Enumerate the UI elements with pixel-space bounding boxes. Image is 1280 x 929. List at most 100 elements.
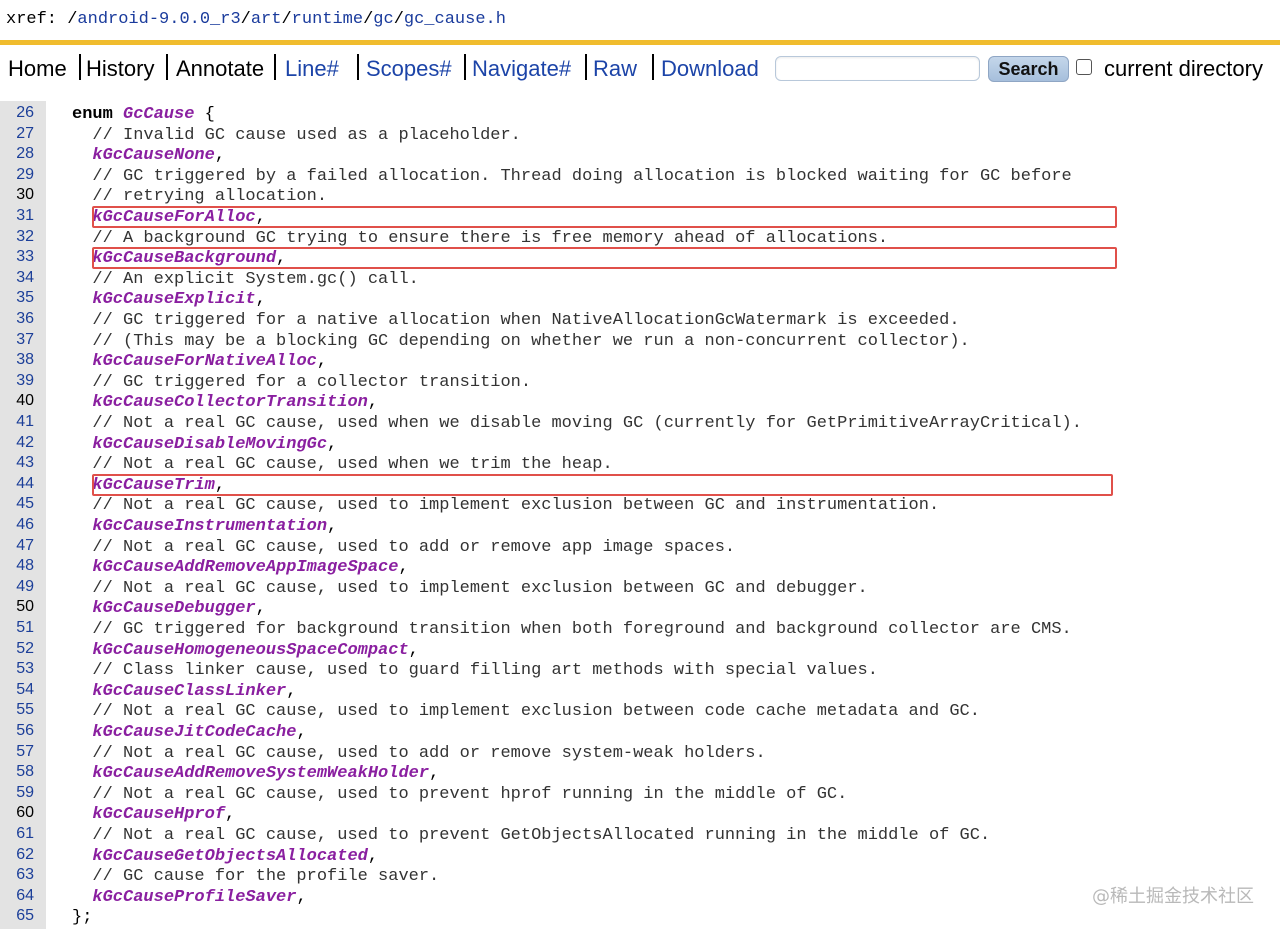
line-number-link[interactable]: 55: [0, 701, 34, 719]
line-number-link[interactable]: 29: [0, 166, 34, 184]
code-punctuation: [72, 393, 92, 412]
xref-path-link[interactable]: gc_cause.h: [404, 10, 506, 29]
enum-identifier[interactable]: kGcCauseDisableMovingGc: [92, 435, 327, 454]
xref-breadcrumb: xref: /android-9.0.0_r3/art/runtime/gc/g…: [6, 10, 506, 29]
line-number-link[interactable]: 49: [0, 578, 34, 596]
line-number-link[interactable]: 45: [0, 495, 34, 513]
nav-line[interactable]: Line#: [285, 56, 339, 82]
code-text: kGcCauseNone,: [72, 146, 225, 165]
xref-path-link[interactable]: android-9.0.0_r3: [77, 10, 240, 29]
code-text: // GC triggered by a failed allocation. …: [72, 167, 1071, 186]
line-number-link[interactable]: 36: [0, 310, 34, 328]
code-line: 26 enum GcCause {: [0, 103, 1280, 124]
line-number-link[interactable]: 61: [0, 825, 34, 843]
line-number-link[interactable]: 47: [0, 537, 34, 555]
code-text: kGcCauseDebugger,: [72, 599, 265, 618]
line-number-link[interactable]: 48: [0, 557, 34, 575]
line-number-link[interactable]: 26: [0, 104, 34, 122]
line-number-link[interactable]: 32: [0, 228, 34, 246]
line-number-link[interactable]: 64: [0, 887, 34, 905]
nav-download[interactable]: Download: [661, 56, 759, 82]
line-number-link[interactable]: 51: [0, 619, 34, 637]
line-number-link[interactable]: 33: [0, 248, 34, 266]
code-line: 53 // Class linker cause, used to guard …: [0, 659, 1280, 680]
line-number-link[interactable]: 27: [0, 125, 34, 143]
code-text: };: [72, 908, 92, 927]
enum-identifier[interactable]: kGcCauseAddRemoveSystemWeakHolder: [92, 764, 429, 783]
enum-identifier[interactable]: kGcCauseDebugger: [92, 599, 255, 618]
line-number-link[interactable]: 57: [0, 743, 34, 761]
line-number-link[interactable]: 31: [0, 207, 34, 225]
enum-identifier[interactable]: kGcCauseCollectorTransition: [92, 393, 367, 412]
search-button[interactable]: Search: [988, 56, 1069, 82]
line-number-link[interactable]: 42: [0, 434, 34, 452]
code-text: kGcCauseHomogeneousSpaceCompact,: [72, 641, 418, 660]
code-text: // GC cause for the profile saver.: [72, 867, 439, 886]
enum-identifier[interactable]: kGcCauseExplicit: [92, 290, 255, 309]
nav-annotate[interactable]: Annotate: [176, 56, 264, 82]
nav-separator: [585, 54, 587, 80]
code-line: 35 kGcCauseExplicit,: [0, 288, 1280, 309]
enum-identifier[interactable]: kGcCauseClassLinker: [92, 682, 286, 701]
xref-path-separator: /: [363, 10, 374, 29]
code-text: // Invalid GC cause used as a placeholde…: [72, 126, 520, 145]
search-input[interactable]: [775, 56, 980, 81]
code-line: 29 // GC triggered by a failed allocatio…: [0, 165, 1280, 186]
xref-path-link[interactable]: art: [251, 10, 282, 29]
code-comment: // Not a real GC cause, used to add or r…: [72, 743, 766, 763]
xref-path-link[interactable]: gc: [373, 10, 393, 29]
code-line: 45 // Not a real GC cause, used to imple…: [0, 494, 1280, 515]
code-punctuation: ,: [429, 764, 440, 784]
highlight-box: [92, 473, 1113, 496]
line-number-link[interactable]: 62: [0, 846, 34, 864]
line-number-link[interactable]: 46: [0, 516, 34, 534]
enum-identifier[interactable]: kGcCauseGetObjectsAllocated: [92, 847, 367, 866]
code-text: // Not a real GC cause, used when we dis…: [72, 414, 1082, 433]
nav-home[interactable]: Home: [8, 56, 67, 82]
code-text: kGcCauseGetObjectsAllocated,: [72, 847, 378, 866]
code-line: 30 // retrying allocation.: [0, 185, 1280, 206]
current-directory-checkbox[interactable]: [1076, 59, 1092, 75]
code-punctuation: ,: [225, 805, 236, 825]
line-number-link[interactable]: 53: [0, 660, 34, 678]
nav-navigate[interactable]: Navigate#: [472, 56, 571, 82]
nav-history[interactable]: History: [86, 56, 154, 82]
code-line: 64 kGcCauseProfileSaver,: [0, 886, 1280, 907]
line-number-link[interactable]: 52: [0, 640, 34, 658]
line-number-link[interactable]: 65: [0, 907, 34, 925]
line-number-link[interactable]: 58: [0, 763, 34, 781]
code-text: // An explicit System.gc() call.: [72, 270, 418, 289]
line-number-link[interactable]: 37: [0, 331, 34, 349]
line-number-link[interactable]: 41: [0, 413, 34, 431]
line-number-link[interactable]: 35: [0, 289, 34, 307]
line-number-link[interactable]: 54: [0, 681, 34, 699]
code-line: 52 kGcCauseHomogeneousSpaceCompact,: [0, 639, 1280, 660]
code-text: kGcCauseProfileSaver,: [72, 888, 306, 907]
enum-identifier[interactable]: kGcCauseProfileSaver: [92, 888, 296, 907]
line-number-link[interactable]: 34: [0, 269, 34, 287]
code-punctuation: ,: [296, 723, 307, 742]
enum-identifier[interactable]: kGcCauseInstrumentation: [92, 517, 327, 536]
nav-scopes[interactable]: Scopes#: [366, 56, 452, 82]
enum-identifier[interactable]: GcCause: [123, 105, 194, 124]
xref-breadcrumb-bar: xref: /android-9.0.0_r3/art/runtime/gc/g…: [0, 0, 1280, 40]
code-comment: // (This may be a blocking GC depending …: [72, 331, 970, 351]
line-number-link[interactable]: 28: [0, 145, 34, 163]
line-number-link[interactable]: 63: [0, 866, 34, 884]
xref-path-link[interactable]: runtime: [292, 10, 363, 29]
line-number-link[interactable]: 39: [0, 372, 34, 390]
line-number-link[interactable]: 56: [0, 722, 34, 740]
enum-identifier[interactable]: kGcCauseHomogeneousSpaceCompact: [92, 641, 408, 660]
line-number-link[interactable]: 59: [0, 784, 34, 802]
code-comment: // GC triggered for a collector transiti…: [72, 372, 532, 392]
nav-raw[interactable]: Raw: [593, 56, 637, 82]
line-number-link[interactable]: 43: [0, 454, 34, 472]
enum-identifier[interactable]: kGcCauseNone: [92, 146, 214, 165]
enum-identifier[interactable]: kGcCauseAddRemoveAppImageSpace: [92, 558, 398, 577]
line-number-link[interactable]: 44: [0, 475, 34, 493]
code-text: kGcCauseInstrumentation,: [72, 517, 337, 536]
line-number-link[interactable]: 38: [0, 351, 34, 369]
enum-identifier[interactable]: kGcCauseHprof: [92, 805, 225, 824]
enum-identifier[interactable]: kGcCauseForNativeAlloc: [92, 352, 316, 371]
enum-identifier[interactable]: kGcCauseJitCodeCache: [92, 723, 296, 742]
